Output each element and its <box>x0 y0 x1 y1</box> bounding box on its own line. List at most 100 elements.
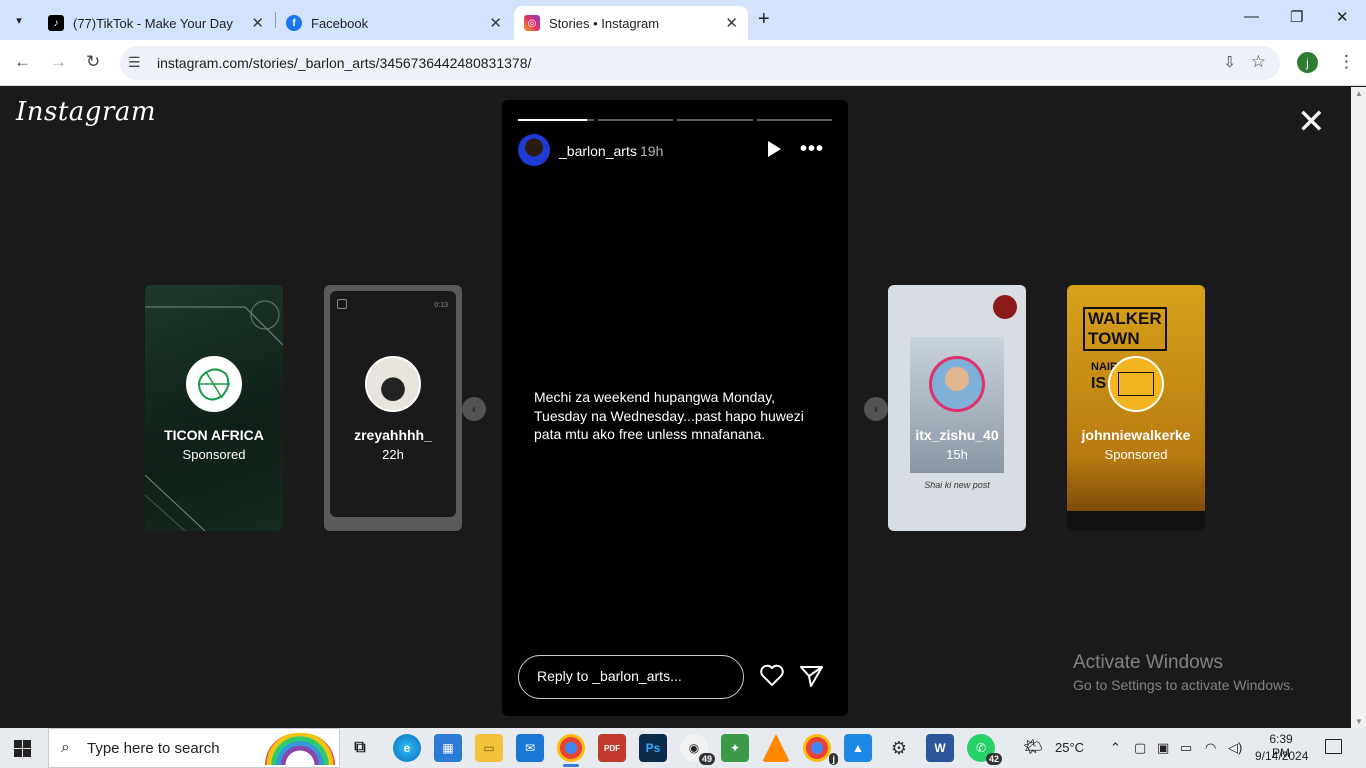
clock-date[interactable]: 9/14/2024 <box>1255 749 1308 763</box>
whatsapp-icon[interactable]: ✆ 42 <box>967 734 1002 765</box>
previous-story-arrow[interactable]: ‹ <box>462 397 486 421</box>
address-bar[interactable]: ☰ instagram.com/stories/_barlon_arts/345… <box>120 46 1280 80</box>
start-button[interactable] <box>14 740 31 757</box>
reel-icon <box>337 299 347 309</box>
side-story-name: TICON AFRICA <box>164 427 264 443</box>
side-story-sub: Sponsored <box>1104 447 1168 462</box>
close-tab-icon[interactable]: ✕ <box>489 14 502 32</box>
story-text: Mechi za weekend hupangwa Monday, Tuesda… <box>534 389 804 442</box>
ticon-logo-icon <box>198 368 230 401</box>
site-info-icon[interactable]: ☰ <box>128 54 141 71</box>
back-button[interactable]: ← <box>14 52 31 72</box>
poster-avatar <box>993 295 1017 319</box>
search-highlight-image <box>265 733 335 765</box>
windows-logo-icon <box>14 749 22 757</box>
taskbar-search-input[interactable] <box>87 740 267 757</box>
new-tab-button[interactable]: + <box>758 8 770 31</box>
minimize-button[interactable]: — <box>1244 8 1259 25</box>
file-explorer-icon[interactable]: ▭ <box>475 734 503 762</box>
side-story-sub: 15h <box>946 447 968 462</box>
main-story[interactable]: _barlon_arts 19h ••• 😂😂 Mechi za weekend… <box>502 100 848 716</box>
word-icon[interactable]: W <box>926 734 954 762</box>
url-text[interactable]: instagram.com/stories/_barlon_arts/34567… <box>157 55 531 71</box>
wifi-icon[interactable]: ◠ <box>1205 740 1216 756</box>
side-story-johnniewalker[interactable]: WALKER TOWN NAIRO IS johnniewalkerke Spo… <box>1067 285 1205 531</box>
close-tab-icon[interactable]: ✕ <box>725 14 738 32</box>
itx-zishu-avatar <box>929 356 985 412</box>
taskbar-search-box[interactable]: ⌕ <box>48 728 340 768</box>
brand-line: TOWN <box>1088 329 1140 348</box>
restore-button[interactable]: ❐ <box>1290 8 1303 26</box>
close-tab-icon[interactable]: ✕ <box>251 14 264 32</box>
story-timestamp: 19h <box>640 143 664 159</box>
photos-icon[interactable]: ▲ <box>844 734 872 762</box>
weather-icon[interactable]: 🌤 <box>1023 737 1043 757</box>
install-app-icon[interactable]: ⇩ <box>1223 53 1236 71</box>
progress-segment <box>756 119 832 121</box>
story-author-avatar[interactable] <box>518 134 550 166</box>
side-story-itx-zishu[interactable]: itx_zishu_40 15h Shai ki new post <box>888 285 1026 531</box>
weather-temperature[interactable]: 25°C <box>1055 740 1084 755</box>
battery-icon[interactable]: ▭ <box>1180 740 1192 756</box>
tab-title: Stories • Instagram <box>549 15 660 31</box>
side-story-ticon-africa[interactable]: TICON AFRICA Sponsored <box>145 285 283 531</box>
chrome-icon[interactable] <box>557 734 585 767</box>
story-emoji: 😂😂 <box>649 338 701 363</box>
notification-badge: 49 <box>698 753 715 765</box>
scroll-up-icon[interactable]: ▲ <box>1355 89 1363 98</box>
chrome-profile-icon[interactable]: j <box>803 734 838 765</box>
display-icon[interactable]: ▣ <box>1157 740 1169 756</box>
browser-toolbar: ← → ↻ ☰ instagram.com/stories/_barlon_ar… <box>0 40 1366 86</box>
tab-title: (77)TikTok - Make Your Day <box>73 15 233 31</box>
tiktok-icon: ♪ <box>48 15 64 31</box>
browser-menu-icon[interactable]: ⋮ <box>1338 52 1355 72</box>
photoshop-icon[interactable]: Ps <box>639 734 667 762</box>
duration-label: 0:13 <box>434 302 448 309</box>
tab-tiktok[interactable]: ♪ (77)TikTok - Make Your Day ✕ <box>38 6 274 40</box>
volume-icon[interactable]: ◁) <box>1228 740 1242 756</box>
task-view-icon[interactable]: ⧉ <box>346 734 374 762</box>
app-icon[interactable]: ◉ 49 <box>680 734 715 765</box>
like-heart-icon[interactable] <box>759 663 785 687</box>
page-scrollbar[interactable]: ▲ ▼ <box>1351 87 1366 728</box>
more-options-icon[interactable]: ••• <box>800 138 824 161</box>
share-send-icon[interactable] <box>799 664 825 688</box>
reply-box[interactable] <box>518 655 744 699</box>
ticon-africa-avatar <box>186 356 242 412</box>
tab-instagram[interactable]: ◎ Stories • Instagram ✕ <box>514 6 748 40</box>
pdf-to-jpg-icon[interactable]: PDF <box>598 734 626 762</box>
show-hidden-icons-chevron-icon[interactable]: ⌃ <box>1110 740 1121 756</box>
scroll-down-icon[interactable]: ▼ <box>1355 717 1363 726</box>
side-story-name: itx_zishu_40 <box>915 427 999 443</box>
reload-button[interactable]: ↻ <box>86 52 100 72</box>
progress-segment <box>677 119 753 121</box>
windows-logo-icon <box>23 749 31 757</box>
close-window-button[interactable]: ✕ <box>1336 8 1349 26</box>
tab-search-button[interactable]: ▾ <box>8 9 30 31</box>
facebook-icon: f <box>286 15 302 31</box>
next-story-arrow[interactable]: › <box>864 397 888 421</box>
instagram-logo[interactable]: Instagram <box>16 97 156 127</box>
mail-icon[interactable]: ✉ <box>516 734 544 762</box>
edge-icon[interactable]: e <box>393 734 421 762</box>
leaf-app-icon[interactable]: ✦ <box>721 734 749 762</box>
close-stories-icon[interactable]: ✕ <box>1297 105 1326 139</box>
settings-gear-icon[interactable]: ⚙ <box>885 734 913 762</box>
walker-town-logo-icon <box>1118 372 1154 396</box>
side-story-zreyahhhh[interactable]: 0:13 zreyahhhh_ 22h <box>324 285 462 531</box>
story-progress-bar <box>518 119 832 121</box>
walker-town-title: WALKER TOWN <box>1083 307 1167 351</box>
vlc-icon[interactable] <box>762 734 790 762</box>
tab-facebook[interactable]: f Facebook ✕ <box>276 6 512 40</box>
story-author-username[interactable]: _barlon_arts <box>559 143 637 159</box>
forward-button[interactable]: → <box>50 52 67 72</box>
microsoft-store-icon[interactable]: ▦ <box>434 734 462 762</box>
play-icon[interactable] <box>768 141 781 157</box>
reply-input[interactable] <box>537 668 727 684</box>
ad-footer-strip <box>1067 511 1205 531</box>
notification-center-icon[interactable] <box>1325 739 1342 754</box>
bookmark-star-icon[interactable]: ☆ <box>1251 52 1266 72</box>
meet-now-icon[interactable]: ▢ <box>1134 740 1146 756</box>
zreyahhhh-avatar <box>365 356 421 412</box>
profile-avatar[interactable]: j <box>1297 52 1318 73</box>
